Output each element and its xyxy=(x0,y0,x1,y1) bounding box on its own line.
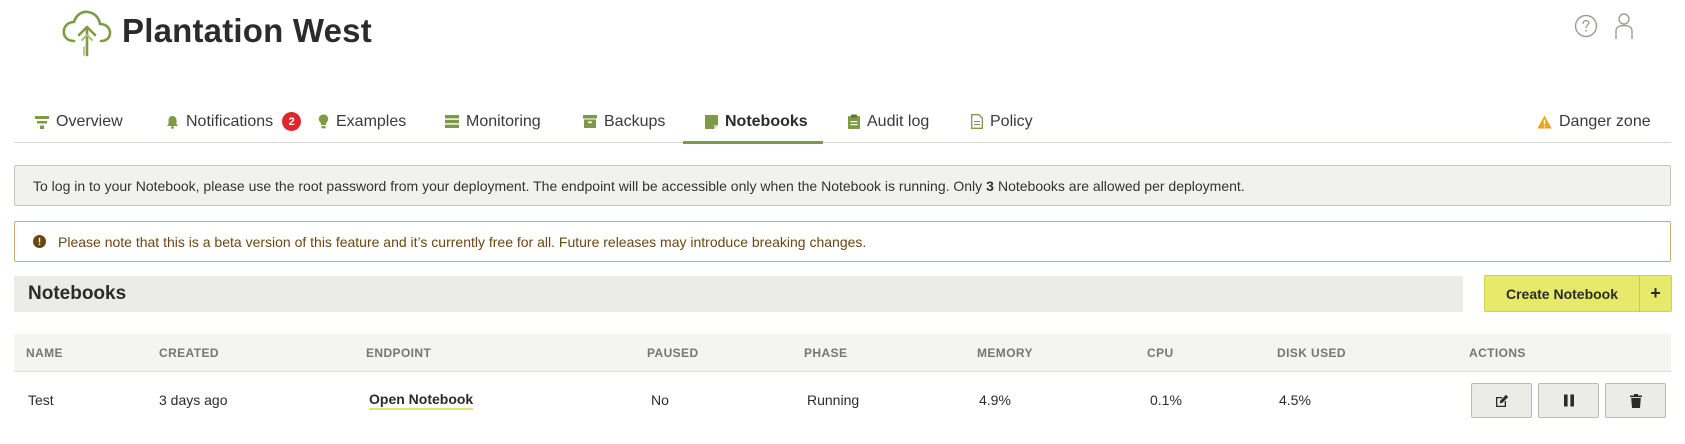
pause-icon xyxy=(1563,394,1574,407)
tab-monitoring[interactable]: Monitoring xyxy=(445,100,541,143)
tab-backups-label: Backups xyxy=(604,112,666,130)
cell-name: Test xyxy=(28,392,54,408)
lightbulb-icon xyxy=(318,114,329,129)
create-notebook-button[interactable]: Create Notebook + xyxy=(1484,275,1672,312)
cell-paused: No xyxy=(651,392,669,408)
tab-danger-zone[interactable]: Danger zone xyxy=(1537,100,1651,143)
tab-notebooks[interactable]: Notebooks xyxy=(705,100,808,143)
warning-icon xyxy=(1537,115,1552,128)
column-header-cpu: CPU xyxy=(1147,346,1174,360)
cell-disk-used: 4.5% xyxy=(1279,392,1311,408)
column-header-memory: MEMORY xyxy=(977,346,1033,360)
cell-memory: 4.9% xyxy=(979,392,1011,408)
cell-created: 3 days ago xyxy=(159,392,228,408)
clipboard-icon xyxy=(848,114,860,129)
backup-icon xyxy=(583,115,597,128)
info-count: 3 xyxy=(986,177,994,194)
info-text-after: Notebooks are allowed per deployment. xyxy=(997,177,1245,194)
tab-backups[interactable]: Backups xyxy=(583,100,665,143)
user-icon[interactable] xyxy=(1612,12,1636,40)
tab-notifications-label: Notifications xyxy=(186,112,274,130)
column-header-disk-used: DISK USED xyxy=(1277,346,1346,360)
tab-notebooks-label: Notebooks xyxy=(725,112,808,130)
column-header-endpoint: ENDPOINT xyxy=(366,346,432,360)
bell-icon xyxy=(167,115,178,129)
notifications-count-badge: 2 xyxy=(282,112,302,131)
help-circle-icon[interactable] xyxy=(1574,14,1598,38)
app-header: Plantation West xyxy=(0,0,1685,80)
pause-button[interactable] xyxy=(1538,383,1599,418)
overview-icon xyxy=(35,115,49,129)
table-row: Test 3 days ago Open Notebook No Running… xyxy=(14,372,1671,428)
column-header-actions: ACTIONS xyxy=(1469,346,1526,360)
tab-danger-zone-label: Danger zone xyxy=(1559,112,1651,130)
column-header-name: NAME xyxy=(26,346,63,360)
table-header: NAME CREATED ENDPOINT PAUSED PHASE MEMOR… xyxy=(14,334,1671,372)
tab-audit-log-label: Audit log xyxy=(867,112,930,130)
tab-examples[interactable]: Examples xyxy=(318,100,406,143)
edit-button[interactable] xyxy=(1471,383,1532,418)
tab-examples-label: Examples xyxy=(336,112,407,130)
notebooks-section-title: Notebooks xyxy=(14,276,1463,312)
info-message: To log in to your Notebook, please use t… xyxy=(14,165,1671,206)
beta-warning-message: Please note that this is a beta version … xyxy=(14,221,1671,262)
document-icon xyxy=(971,114,983,129)
tab-overview[interactable]: Overview xyxy=(35,100,123,143)
warning-text: Please note that this is a beta version … xyxy=(58,233,867,250)
info-text-before: To log in to your Notebook, please use t… xyxy=(33,177,983,194)
tab-policy-label: Policy xyxy=(990,112,1033,130)
column-header-paused: PAUSED xyxy=(647,346,699,360)
tab-monitoring-label: Monitoring xyxy=(466,112,541,130)
column-header-phase: PHASE xyxy=(804,346,848,360)
cloud-upload-logo-icon xyxy=(62,10,112,57)
monitoring-icon xyxy=(445,115,459,128)
active-tab-indicator xyxy=(683,141,823,144)
plus-icon: + xyxy=(1639,276,1671,311)
app-title: Plantation West xyxy=(122,12,372,49)
cell-endpoint: Open Notebook xyxy=(369,372,474,428)
trash-icon xyxy=(1629,393,1642,408)
tab-bar: Overview Notifications 2 Examples Monito… xyxy=(14,100,1671,143)
tab-audit-log[interactable]: Audit log xyxy=(848,100,929,143)
notebook-icon xyxy=(705,114,718,129)
cell-phase: Running xyxy=(807,392,860,408)
column-header-created: CREATED xyxy=(159,346,219,360)
tab-policy[interactable]: Policy xyxy=(971,100,1033,143)
exclamation-circle-icon xyxy=(33,235,46,248)
tab-overview-label: Overview xyxy=(56,112,123,130)
notebooks-table: NAME CREATED ENDPOINT PAUSED PHASE MEMOR… xyxy=(14,334,1671,428)
open-notebook-link[interactable]: Open Notebook xyxy=(369,391,474,410)
delete-button[interactable] xyxy=(1605,383,1666,418)
tab-notifications[interactable]: Notifications 2 xyxy=(166,100,302,143)
create-notebook-label: Create Notebook xyxy=(1505,285,1619,302)
edit-icon xyxy=(1495,394,1508,407)
cell-cpu: 0.1% xyxy=(1150,392,1182,408)
